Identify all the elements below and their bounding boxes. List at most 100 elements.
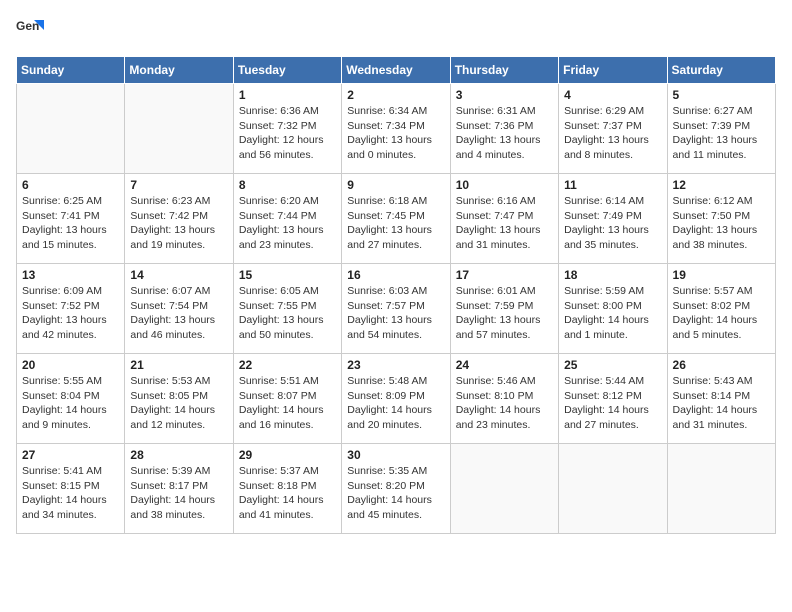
calendar-cell	[559, 444, 667, 534]
day-info: Sunrise: 6:18 AMSunset: 7:45 PMDaylight:…	[347, 194, 444, 253]
calendar-cell: 9 Sunrise: 6:18 AMSunset: 7:45 PMDaylight…	[342, 174, 450, 264]
calendar-cell: 17 Sunrise: 6:01 AMSunset: 7:59 PMDayligh…	[450, 264, 558, 354]
day-info: Sunrise: 5:55 AMSunset: 8:04 PMDaylight:…	[22, 374, 119, 433]
calendar-cell	[667, 444, 775, 534]
week-row-1: 1 Sunrise: 6:36 AMSunset: 7:32 PMDaylight…	[17, 84, 776, 174]
calendar-cell: 28Sunrise: 5:39 AMSunset: 8:17 PMDayligh…	[125, 444, 233, 534]
weekday-header-friday: Friday	[559, 57, 667, 84]
header: Gen	[16, 16, 776, 44]
weekday-header-thursday: Thursday	[450, 57, 558, 84]
day-number: 22	[239, 358, 336, 372]
day-number: 25	[564, 358, 661, 372]
day-info: Sunrise: 6:01 AMSunset: 7:59 PMDaylight:…	[456, 284, 553, 343]
day-info: Sunrise: 5:37 AMSunset: 8:18 PMDaylight:…	[239, 464, 336, 523]
calendar-cell: 19Sunrise: 5:57 AMSunset: 8:02 PMDayligh…	[667, 264, 775, 354]
day-info: Sunrise: 6:03 AMSunset: 7:57 PMDaylight:…	[347, 284, 444, 343]
day-info: Sunrise: 6:09 AMSunset: 7:52 PMDaylight:…	[22, 284, 119, 343]
day-number: 29	[239, 448, 336, 462]
day-info: Sunrise: 6:34 AMSunset: 7:34 PMDaylight:…	[347, 104, 444, 163]
day-number: 16	[347, 268, 444, 282]
day-info: Sunrise: 5:51 AMSunset: 8:07 PMDaylight:…	[239, 374, 336, 433]
day-number: 10	[456, 178, 553, 192]
calendar-cell: 13Sunrise: 6:09 AMSunset: 7:52 PMDayligh…	[17, 264, 125, 354]
day-number: 12	[673, 178, 770, 192]
week-row-3: 13Sunrise: 6:09 AMSunset: 7:52 PMDayligh…	[17, 264, 776, 354]
calendar-cell: 25 Sunrise: 5:44 AMSunset: 8:12 PMDayligh…	[559, 354, 667, 444]
calendar-cell: 6 Sunrise: 6:25 AMSunset: 7:41 PMDaylight…	[17, 174, 125, 264]
day-info: Sunrise: 5:41 AMSunset: 8:15 PMDaylight:…	[22, 464, 119, 523]
calendar-cell: 3Sunrise: 6:31 AMSunset: 7:36 PMDaylight…	[450, 84, 558, 174]
calendar-cell: 29 Sunrise: 5:37 AMSunset: 8:18 PMDayligh…	[233, 444, 341, 534]
day-number: 27	[22, 448, 119, 462]
week-row-5: 27 Sunrise: 5:41 AMSunset: 8:15 PMDayligh…	[17, 444, 776, 534]
calendar-cell: 5 Sunrise: 6:27 AMSunset: 7:39 PMDaylight…	[667, 84, 775, 174]
day-number: 1	[239, 88, 336, 102]
day-info: Sunrise: 6:36 AMSunset: 7:32 PMDaylight:…	[239, 104, 336, 163]
day-info: Sunrise: 5:43 AMSunset: 8:14 PMDaylight:…	[673, 374, 770, 433]
calendar-cell: 24 Sunrise: 5:46 AMSunset: 8:10 PMDayligh…	[450, 354, 558, 444]
calendar-cell: 14 Sunrise: 6:07 AMSunset: 7:54 PMDayligh…	[125, 264, 233, 354]
calendar-cell: 11 Sunrise: 6:14 AMSunset: 7:49 PMDayligh…	[559, 174, 667, 264]
calendar-body: 1 Sunrise: 6:36 AMSunset: 7:32 PMDaylight…	[17, 84, 776, 534]
calendar-cell: 30Sunrise: 5:35 AMSunset: 8:20 PMDayligh…	[342, 444, 450, 534]
calendar-cell: 12Sunrise: 6:12 AMSunset: 7:50 PMDayligh…	[667, 174, 775, 264]
day-number: 4	[564, 88, 661, 102]
calendar-table: SundayMondayTuesdayWednesdayThursdayFrid…	[16, 56, 776, 534]
day-number: 28	[130, 448, 227, 462]
day-info: Sunrise: 5:48 AMSunset: 8:09 PMDaylight:…	[347, 374, 444, 433]
calendar-header: SundayMondayTuesdayWednesdayThursdayFrid…	[17, 57, 776, 84]
calendar-cell: 7Sunrise: 6:23 AMSunset: 7:42 PMDaylight…	[125, 174, 233, 264]
day-info: Sunrise: 5:44 AMSunset: 8:12 PMDaylight:…	[564, 374, 661, 433]
logo: Gen	[16, 16, 48, 44]
day-number: 19	[673, 268, 770, 282]
day-info: Sunrise: 6:27 AMSunset: 7:39 PMDaylight:…	[673, 104, 770, 163]
day-info: Sunrise: 6:29 AMSunset: 7:37 PMDaylight:…	[564, 104, 661, 163]
day-info: Sunrise: 5:53 AMSunset: 8:05 PMDaylight:…	[130, 374, 227, 433]
calendar-cell: 22 Sunrise: 5:51 AMSunset: 8:07 PMDayligh…	[233, 354, 341, 444]
day-number: 9	[347, 178, 444, 192]
day-info: Sunrise: 5:59 AMSunset: 8:00 PMDaylight:…	[564, 284, 661, 343]
page-container: Gen SundayMondayTuesdayWednesdayThursday…	[16, 16, 776, 534]
calendar-cell: 26 Sunrise: 5:43 AMSunset: 8:14 PMDayligh…	[667, 354, 775, 444]
calendar-cell: 20 Sunrise: 5:55 AMSunset: 8:04 PMDayligh…	[17, 354, 125, 444]
weekday-row: SundayMondayTuesdayWednesdayThursdayFrid…	[17, 57, 776, 84]
day-number: 18	[564, 268, 661, 282]
day-number: 26	[673, 358, 770, 372]
day-info: Sunrise: 5:35 AMSunset: 8:20 PMDaylight:…	[347, 464, 444, 523]
day-number: 24	[456, 358, 553, 372]
day-number: 11	[564, 178, 661, 192]
calendar-cell	[125, 84, 233, 174]
calendar-cell: 21 Sunrise: 5:53 AMSunset: 8:05 PMDayligh…	[125, 354, 233, 444]
day-info: Sunrise: 6:25 AMSunset: 7:41 PMDaylight:…	[22, 194, 119, 253]
calendar-cell	[17, 84, 125, 174]
calendar-cell: 15 Sunrise: 6:05 AMSunset: 7:55 PMDayligh…	[233, 264, 341, 354]
calendar-cell: 16 Sunrise: 6:03 AMSunset: 7:57 PMDayligh…	[342, 264, 450, 354]
calendar-cell	[450, 444, 558, 534]
day-number: 20	[22, 358, 119, 372]
day-info: Sunrise: 6:20 AMSunset: 7:44 PMDaylight:…	[239, 194, 336, 253]
weekday-header-tuesday: Tuesday	[233, 57, 341, 84]
calendar-cell: 8Sunrise: 6:20 AMSunset: 7:44 PMDaylight…	[233, 174, 341, 264]
day-info: Sunrise: 6:07 AMSunset: 7:54 PMDaylight:…	[130, 284, 227, 343]
day-info: Sunrise: 6:23 AMSunset: 7:42 PMDaylight:…	[130, 194, 227, 253]
day-info: Sunrise: 6:05 AMSunset: 7:55 PMDaylight:…	[239, 284, 336, 343]
calendar-cell: 27 Sunrise: 5:41 AMSunset: 8:15 PMDayligh…	[17, 444, 125, 534]
day-number: 6	[22, 178, 119, 192]
weekday-header-sunday: Sunday	[17, 57, 125, 84]
day-info: Sunrise: 5:46 AMSunset: 8:10 PMDaylight:…	[456, 374, 553, 433]
day-number: 2	[347, 88, 444, 102]
day-number: 21	[130, 358, 227, 372]
weekday-header-monday: Monday	[125, 57, 233, 84]
day-number: 17	[456, 268, 553, 282]
calendar-cell: 2 Sunrise: 6:34 AMSunset: 7:34 PMDaylight…	[342, 84, 450, 174]
day-number: 15	[239, 268, 336, 282]
day-info: Sunrise: 6:14 AMSunset: 7:49 PMDaylight:…	[564, 194, 661, 253]
day-info: Sunrise: 6:31 AMSunset: 7:36 PMDaylight:…	[456, 104, 553, 163]
weekday-header-wednesday: Wednesday	[342, 57, 450, 84]
calendar-cell: 4 Sunrise: 6:29 AMSunset: 7:37 PMDaylight…	[559, 84, 667, 174]
day-number: 14	[130, 268, 227, 282]
day-number: 5	[673, 88, 770, 102]
week-row-4: 20 Sunrise: 5:55 AMSunset: 8:04 PMDayligh…	[17, 354, 776, 444]
calendar-cell: 10Sunrise: 6:16 AMSunset: 7:47 PMDayligh…	[450, 174, 558, 264]
week-row-2: 6 Sunrise: 6:25 AMSunset: 7:41 PMDaylight…	[17, 174, 776, 264]
